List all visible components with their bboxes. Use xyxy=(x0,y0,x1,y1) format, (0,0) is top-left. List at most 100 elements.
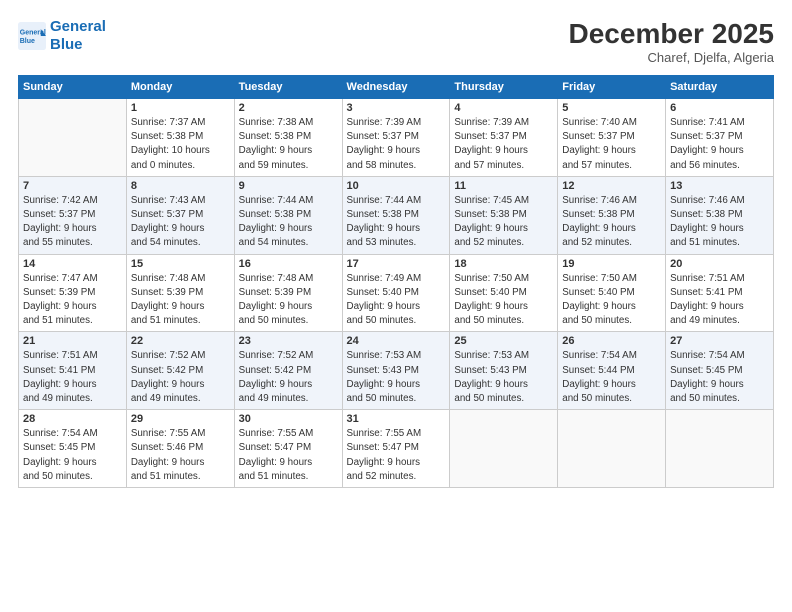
table-row: 26 Sunrise: 7:54 AMSunset: 5:44 PMDayligh… xyxy=(558,332,666,410)
day-number: 13 xyxy=(670,180,769,192)
title-block: December 2025 Charef, Djelfa, Algeria xyxy=(569,18,774,65)
table-row: 25 Sunrise: 7:53 AMSunset: 5:43 PMDayligh… xyxy=(450,332,558,410)
day-number: 14 xyxy=(23,258,122,270)
day-info: Sunrise: 7:39 AMSunset: 5:37 PMDaylight:… xyxy=(454,116,553,173)
day-info: Sunrise: 7:37 AMSunset: 5:38 PMDaylight:… xyxy=(131,116,230,173)
week-row-3: 14Sunrise: 7:47 AMSunset: 5:39 PMDayligh… xyxy=(19,254,774,332)
day-info: Sunrise: 7:39 AMSunset: 5:37 PMDaylight:… xyxy=(347,116,446,173)
week-row-4: 21Sunrise: 7:51 AMSunset: 5:41 PMDayligh… xyxy=(19,332,774,410)
day-info: Sunrise: 7:48 AMSunset: 5:39 PMDaylight:… xyxy=(239,272,338,329)
day-info: Sunrise: 7:46 AMSunset: 5:38 PMDaylight:… xyxy=(670,194,769,251)
table-row xyxy=(558,410,666,488)
week-row-2: 7Sunrise: 7:42 AMSunset: 5:37 PMDaylight… xyxy=(19,176,774,254)
day-info: Sunrise: 7:51 AMSunset: 5:41 PMDaylight:… xyxy=(670,272,769,329)
day-info: Sunrise: 7:42 AMSunset: 5:37 PMDaylight:… xyxy=(23,194,122,251)
day-info: Sunrise: 7:51 AMSunset: 5:41 PMDaylight:… xyxy=(23,349,122,406)
day-number: 19 xyxy=(562,258,661,270)
table-row: 12 Sunrise: 7:46 AMSunset: 5:38 PMDayligh… xyxy=(558,176,666,254)
table-row: 23 Sunrise: 7:52 AMSunset: 5:42 PMDayligh… xyxy=(234,332,342,410)
day-number: 23 xyxy=(239,335,338,347)
day-number: 8 xyxy=(131,180,230,192)
day-number: 15 xyxy=(131,258,230,270)
day-info: Sunrise: 7:52 AMSunset: 5:42 PMDaylight:… xyxy=(239,349,338,406)
day-info: Sunrise: 7:55 AMSunset: 5:47 PMDaylight:… xyxy=(347,427,446,484)
table-row xyxy=(450,410,558,488)
table-row: 10 Sunrise: 7:44 AMSunset: 5:38 PMDayligh… xyxy=(342,176,450,254)
day-number: 25 xyxy=(454,335,553,347)
table-row xyxy=(666,410,774,488)
day-number: 11 xyxy=(454,180,553,192)
col-tuesday: Tuesday xyxy=(234,76,342,99)
table-row: 20 Sunrise: 7:51 AMSunset: 5:41 PMDayligh… xyxy=(666,254,774,332)
svg-text:Blue: Blue xyxy=(20,38,35,45)
day-info: Sunrise: 7:44 AMSunset: 5:38 PMDaylight:… xyxy=(347,194,446,251)
header: General Blue General Blue December 2025 … xyxy=(18,18,774,65)
day-number: 16 xyxy=(239,258,338,270)
calendar-table: Sunday Monday Tuesday Wednesday Thursday… xyxy=(18,75,774,488)
day-info: Sunrise: 7:54 AMSunset: 5:45 PMDaylight:… xyxy=(23,427,122,484)
table-row: 11 Sunrise: 7:45 AMSunset: 5:38 PMDayligh… xyxy=(450,176,558,254)
week-row-1: 1Sunrise: 7:37 AMSunset: 5:38 PMDaylight… xyxy=(19,99,774,177)
day-info: Sunrise: 7:54 AMSunset: 5:45 PMDaylight:… xyxy=(670,349,769,406)
table-row: 9Sunrise: 7:44 AMSunset: 5:38 PMDaylight… xyxy=(234,176,342,254)
day-info: Sunrise: 7:46 AMSunset: 5:38 PMDaylight:… xyxy=(562,194,661,251)
table-row: 8Sunrise: 7:43 AMSunset: 5:37 PMDaylight… xyxy=(126,176,234,254)
day-info: Sunrise: 7:55 AMSunset: 5:47 PMDaylight:… xyxy=(239,427,338,484)
day-number: 26 xyxy=(562,335,661,347)
table-row xyxy=(19,99,127,177)
header-row: Sunday Monday Tuesday Wednesday Thursday… xyxy=(19,76,774,99)
day-info: Sunrise: 7:55 AMSunset: 5:46 PMDaylight:… xyxy=(131,427,230,484)
day-info: Sunrise: 7:50 AMSunset: 5:40 PMDaylight:… xyxy=(454,272,553,329)
day-info: Sunrise: 7:54 AMSunset: 5:44 PMDaylight:… xyxy=(562,349,661,406)
table-row: 17Sunrise: 7:49 AMSunset: 5:40 PMDayligh… xyxy=(342,254,450,332)
logo-icon: General Blue xyxy=(18,22,46,50)
table-row: 28 Sunrise: 7:54 AMSunset: 5:45 PMDayligh… xyxy=(19,410,127,488)
day-number: 31 xyxy=(347,413,446,425)
table-row: 16 Sunrise: 7:48 AMSunset: 5:39 PMDayligh… xyxy=(234,254,342,332)
table-row: 21Sunrise: 7:51 AMSunset: 5:41 PMDayligh… xyxy=(19,332,127,410)
col-monday: Monday xyxy=(126,76,234,99)
day-number: 24 xyxy=(347,335,446,347)
table-row: 22Sunrise: 7:52 AMSunset: 5:42 PMDayligh… xyxy=(126,332,234,410)
col-thursday: Thursday xyxy=(450,76,558,99)
month-title: December 2025 xyxy=(569,18,774,50)
col-sunday: Sunday xyxy=(19,76,127,99)
day-info: Sunrise: 7:45 AMSunset: 5:38 PMDaylight:… xyxy=(454,194,553,251)
table-row: 4 Sunrise: 7:39 AMSunset: 5:37 PMDaylight… xyxy=(450,99,558,177)
table-row: 14Sunrise: 7:47 AMSunset: 5:39 PMDayligh… xyxy=(19,254,127,332)
day-number: 28 xyxy=(23,413,122,425)
day-number: 27 xyxy=(670,335,769,347)
col-saturday: Saturday xyxy=(666,76,774,99)
day-info: Sunrise: 7:50 AMSunset: 5:40 PMDaylight:… xyxy=(562,272,661,329)
table-row: 1Sunrise: 7:37 AMSunset: 5:38 PMDaylight… xyxy=(126,99,234,177)
table-row: 19 Sunrise: 7:50 AMSunset: 5:40 PMDayligh… xyxy=(558,254,666,332)
day-number: 9 xyxy=(239,180,338,192)
page: General Blue General Blue December 2025 … xyxy=(0,0,792,612)
table-row: 3Sunrise: 7:39 AMSunset: 5:37 PMDaylight… xyxy=(342,99,450,177)
col-wednesday: Wednesday xyxy=(342,76,450,99)
location-subtitle: Charef, Djelfa, Algeria xyxy=(569,50,774,65)
table-row: 13 Sunrise: 7:46 AMSunset: 5:38 PMDayligh… xyxy=(666,176,774,254)
day-info: Sunrise: 7:53 AMSunset: 5:43 PMDaylight:… xyxy=(347,349,446,406)
day-number: 12 xyxy=(562,180,661,192)
day-number: 4 xyxy=(454,102,553,114)
table-row: 24 Sunrise: 7:53 AMSunset: 5:43 PMDayligh… xyxy=(342,332,450,410)
day-info: Sunrise: 7:53 AMSunset: 5:43 PMDaylight:… xyxy=(454,349,553,406)
day-info: Sunrise: 7:38 AMSunset: 5:38 PMDaylight:… xyxy=(239,116,338,173)
day-number: 6 xyxy=(670,102,769,114)
day-number: 10 xyxy=(347,180,446,192)
table-row: 2 Sunrise: 7:38 AMSunset: 5:38 PMDaylight… xyxy=(234,99,342,177)
table-row: 5 Sunrise: 7:40 AMSunset: 5:37 PMDaylight… xyxy=(558,99,666,177)
day-number: 20 xyxy=(670,258,769,270)
day-number: 5 xyxy=(562,102,661,114)
day-number: 2 xyxy=(239,102,338,114)
table-row: 7Sunrise: 7:42 AMSunset: 5:37 PMDaylight… xyxy=(19,176,127,254)
day-number: 30 xyxy=(239,413,338,425)
day-number: 29 xyxy=(131,413,230,425)
day-info: Sunrise: 7:40 AMSunset: 5:37 PMDaylight:… xyxy=(562,116,661,173)
day-number: 22 xyxy=(131,335,230,347)
table-row: 27 Sunrise: 7:54 AMSunset: 5:45 PMDayligh… xyxy=(666,332,774,410)
table-row: 18Sunrise: 7:50 AMSunset: 5:40 PMDayligh… xyxy=(450,254,558,332)
table-row: 6Sunrise: 7:41 AMSunset: 5:37 PMDaylight… xyxy=(666,99,774,177)
table-row: 30 Sunrise: 7:55 AMSunset: 5:47 PMDayligh… xyxy=(234,410,342,488)
